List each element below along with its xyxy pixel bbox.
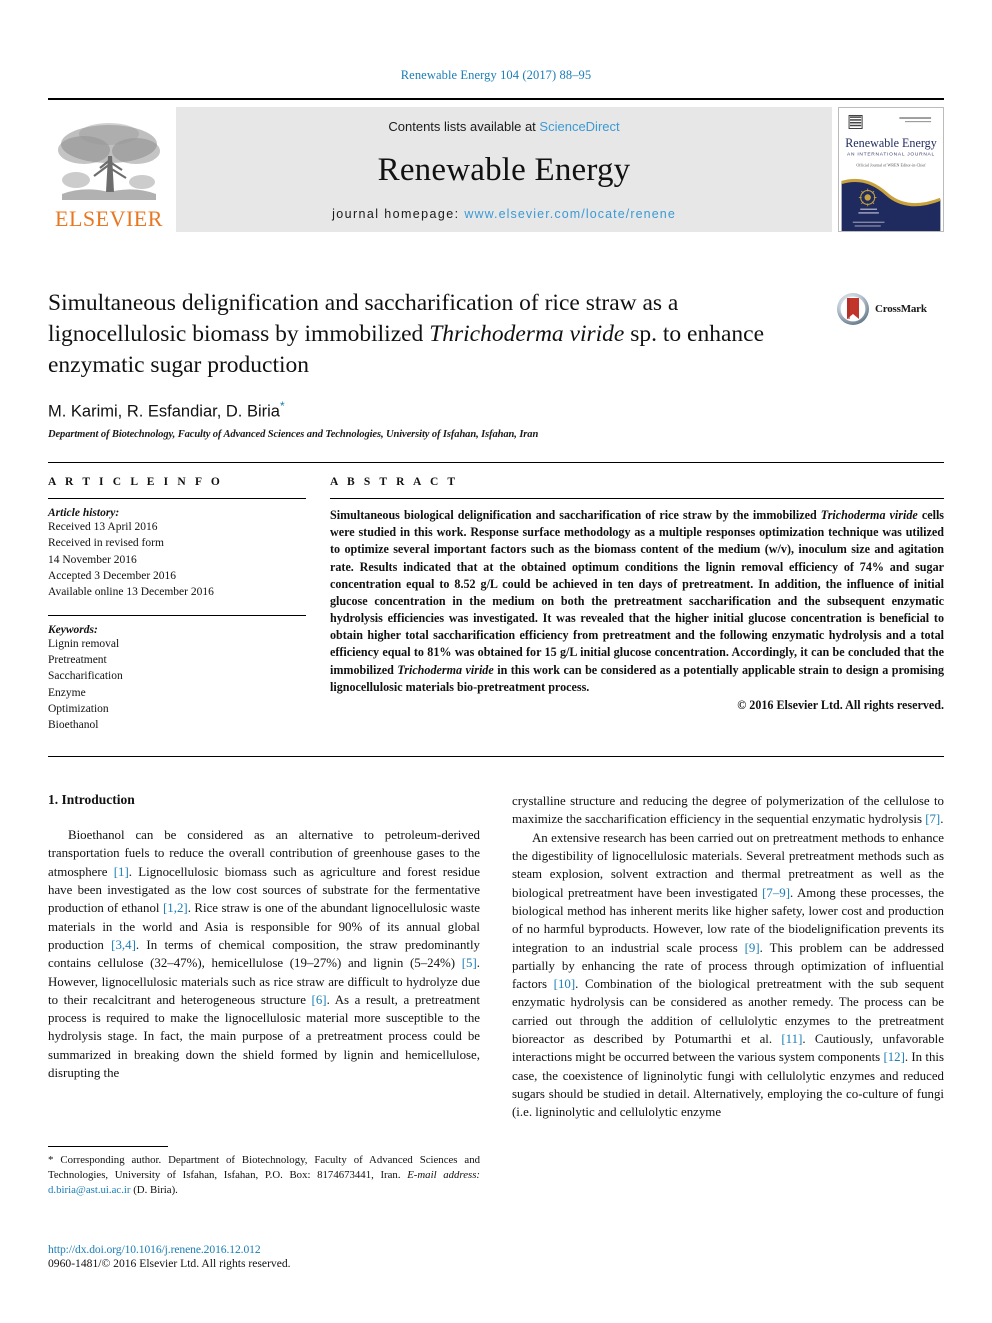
citation-ref[interactable]: [9] <box>745 941 760 955</box>
elsevier-wordmark: ELSEVIER <box>55 206 163 231</box>
crossmark-badge[interactable]: CrossMark <box>836 289 944 329</box>
running-head: Renewable Energy 104 (2017) 88–95 <box>400 68 592 82</box>
keyword-item: Saccharification <box>48 670 123 683</box>
corresponding-author-footnote: * Corresponding author. Department of Bi… <box>48 1146 480 1198</box>
citation-ref[interactable]: [11] <box>781 1032 802 1046</box>
sciencedirect-link[interactable]: ScienceDirect <box>539 119 619 134</box>
author-names: M. Karimi, R. Esfandiar, D. Biria <box>48 402 280 421</box>
history-item: Received in revised form <box>48 537 164 550</box>
crossmark-label: CrossMark <box>875 303 927 315</box>
corresponding-author-marker: * <box>279 399 285 414</box>
body-columns: 1. Introduction Bioethanol can be consid… <box>48 792 944 1122</box>
keyword-item: Pretreatment <box>48 653 107 666</box>
homepage-url-link[interactable]: www.elsevier.com/locate/renene <box>464 207 676 221</box>
history-item: Available online 13 December 2016 <box>48 586 214 599</box>
article-history-label: Article history: <box>48 507 120 519</box>
svg-text:Renewable Energy: Renewable Energy <box>845 136 937 150</box>
journal-cover-thumbnail[interactable]: Renewable Energy AN INTERNATIONAL JOURNA… <box>838 107 944 232</box>
abstract-rule <box>330 498 944 499</box>
text-run: crystalline structure and reducing the d… <box>512 794 944 827</box>
email-owner: (D. Biria). <box>133 1184 178 1197</box>
citation-ref[interactable]: [5] <box>462 956 477 970</box>
keywords-label: Keywords: <box>48 623 98 636</box>
keyword-item: Bioethanol <box>48 719 99 732</box>
keyword-item: Optimization <box>48 702 109 715</box>
footer-doi-block: http://dx.doi.org/10.1016/j.renene.2016.… <box>48 1243 548 1270</box>
citation-ref[interactable]: [12] <box>883 1050 904 1064</box>
masthead-center-panel: Contents lists available at ScienceDirec… <box>176 107 832 232</box>
doi-link[interactable]: http://dx.doi.org/10.1016/j.renene.2016.… <box>48 1243 548 1256</box>
elsevier-logo: ELSEVIER <box>48 107 170 232</box>
journal-masthead: ELSEVIER Contents lists available at Sci… <box>48 98 944 232</box>
paragraph: Bioethanol can be considered as an alter… <box>48 826 480 1082</box>
keywords-rule <box>48 614 306 616</box>
page-title: Simultaneous delignification and sacchar… <box>48 288 818 380</box>
citation-ref[interactable]: [6] <box>312 993 327 1007</box>
svg-text:AN INTERNATIONAL JOURNAL: AN INTERNATIONAL JOURNAL <box>847 152 935 158</box>
info-abstract-band: A R T I C L E I N F O Article history: R… <box>48 462 944 734</box>
abstract-text: Simultaneous biological delignification … <box>330 507 944 696</box>
email-link[interactable]: d.biria@ast.ui.ac.ir <box>48 1184 131 1196</box>
abstract-heading: A B S T R A C T <box>330 476 459 488</box>
abstract-species-1: Trichoderma viride <box>820 508 918 522</box>
article-info-column: A R T I C L E I N F O Article history: R… <box>48 476 306 734</box>
author-list: M. Karimi, R. Esfandiar, D. Biria* <box>48 399 944 422</box>
citation-ref[interactable]: [7–9] <box>762 886 790 900</box>
issn-copyright-line: 0960-1481/© 2016 Elsevier Ltd. All right… <box>48 1257 291 1270</box>
footnote-text: * Corresponding author. Department of Bi… <box>48 1153 480 1198</box>
body-column-right: crystalline structure and reducing the d… <box>512 792 944 1122</box>
citation-ref[interactable]: [7] <box>925 812 940 826</box>
title-species-name: Thrichoderma viride <box>429 320 625 347</box>
citation-ref[interactable]: [3,4] <box>111 938 136 952</box>
abstract-segment-1: Simultaneous biological delignification … <box>330 508 821 522</box>
history-item: 14 November 2016 <box>48 553 137 566</box>
abstract-species-2: Trichoderma viride <box>397 662 494 677</box>
citation-ref[interactable]: [10] <box>554 977 575 991</box>
footnote-rule <box>48 1146 168 1147</box>
article-info-heading: A R T I C L E I N F O <box>48 476 223 488</box>
text-run: . <box>940 812 944 827</box>
contents-prefix: Contents lists available at <box>388 119 536 134</box>
history-item: Accepted 3 December 2016 <box>48 569 177 582</box>
affiliation: Department of Biotechnology, Faculty of … <box>48 428 539 440</box>
journal-homepage-line: journal homepage: www.elsevier.com/locat… <box>332 207 676 221</box>
body-column-left: 1. Introduction Bioethanol can be consid… <box>48 792 480 1122</box>
abstract-segment-2: cells were studied in this work. Respons… <box>330 508 945 677</box>
abstract-copyright: © 2016 Elsevier Ltd. All rights reserved… <box>737 697 944 712</box>
paragraph: crystalline structure and reducing the d… <box>512 792 944 829</box>
crossmark-icon <box>837 293 869 325</box>
article-info-rule <box>48 498 306 499</box>
keyword-item: Lignin removal <box>48 637 120 650</box>
elsevier-tree-icon <box>58 123 160 200</box>
cover-artwork: Renewable Energy AN INTERNATIONAL JOURNA… <box>841 108 941 231</box>
keyword-item: Enzyme <box>48 686 86 699</box>
journal-title: Renewable Energy <box>377 152 631 188</box>
contents-available-line: Contents lists available at ScienceDirec… <box>388 119 619 134</box>
history-item: Received 13 April 2016 <box>48 521 158 533</box>
body-separator-rule <box>48 756 944 757</box>
citation-ref[interactable]: [1,2] <box>163 901 188 915</box>
svg-text:Official Journal of WREN Edit: Official Journal of WREN Editor-in-Chief <box>856 163 926 168</box>
section-heading-introduction: 1. Introduction <box>48 792 135 807</box>
title-block: CrossMark Simultaneous delignification a… <box>48 288 944 440</box>
citation-ref[interactable]: [1] <box>114 865 129 879</box>
article-page: Renewable Energy 104 (2017) 88–95 ELSEVI… <box>0 0 992 1323</box>
email-label: E-mail address: <box>407 1169 481 1182</box>
abstract-column: A B S T R A C T Simultaneous biological … <box>330 476 944 734</box>
homepage-prefix: journal homepage: <box>332 207 460 221</box>
paragraph: An extensive research has been carried o… <box>512 829 944 1122</box>
